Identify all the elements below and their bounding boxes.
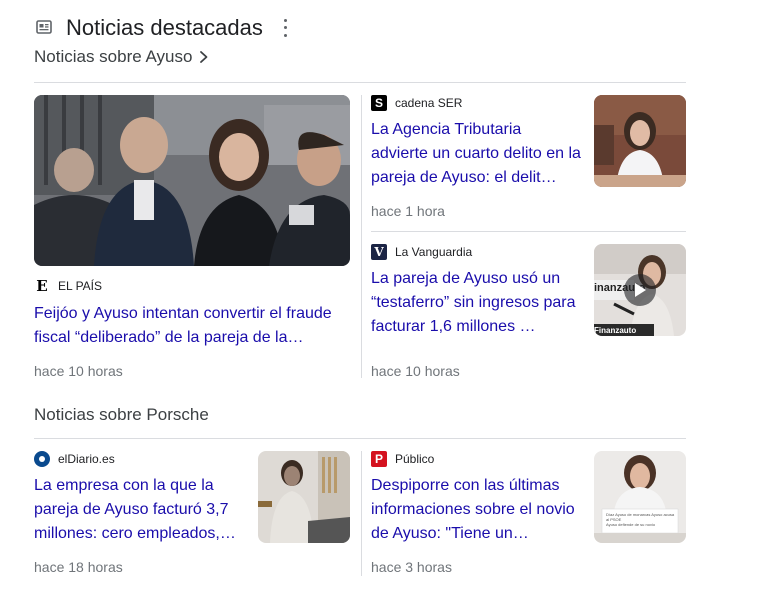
article-thumbnail[interactable]	[34, 95, 350, 266]
thumbnail-caption: Díaz Ayuso de monarcas Ayuso acusa al PS…	[606, 512, 675, 527]
article-headline[interactable]: Feijóo y Ayuso intentan convertir el fra…	[34, 302, 344, 350]
divider	[371, 231, 686, 232]
divider	[34, 82, 686, 83]
article-headline[interactable]: Despiporre con las últimas informaciones…	[371, 474, 581, 546]
section-title: Noticias sobre Porsche	[34, 405, 209, 424]
article-headline[interactable]: La pareja de Ayuso usó un “testaferro” s…	[371, 267, 581, 339]
section-title: Noticias sobre Ayuso	[34, 47, 193, 66]
article-headline[interactable]: La Agencia Tributaria advierte un cuarto…	[371, 118, 581, 190]
news-icon	[36, 19, 52, 35]
source-label: elDiario.es	[34, 451, 115, 467]
source-name: Público	[395, 452, 435, 466]
source-name: La Vanguardia	[395, 245, 473, 259]
elpais-logo-icon: E	[34, 278, 50, 294]
play-icon[interactable]	[624, 274, 656, 306]
video-thumbnail[interactable]: inanzauto Finanzauto	[594, 244, 686, 336]
source-label: P Público	[371, 451, 434, 467]
article-thumbnail[interactable]	[594, 95, 686, 187]
divider	[34, 438, 686, 439]
publico-logo-icon: P	[371, 451, 387, 467]
page-title: Noticias destacadas	[66, 15, 263, 40]
eldiario-logo-icon	[34, 451, 50, 467]
thumbnail-text: Finanzauto	[594, 326, 637, 335]
article-timestamp: hace 1 hora	[371, 203, 445, 219]
article-headline[interactable]: La empresa con la que la pareja de Ayuso…	[34, 474, 244, 546]
la-vanguardia-logo-icon: V	[371, 244, 387, 260]
source-label: S cadena SER	[371, 95, 462, 111]
article-thumbnail[interactable]	[258, 451, 350, 543]
source-name: cadena SER	[395, 96, 463, 110]
article-timestamp: hace 18 horas	[34, 559, 123, 575]
article-timestamp: hace 10 horas	[34, 363, 123, 379]
article-timestamp: hace 10 horas	[371, 363, 460, 379]
article-thumbnail[interactable]: Díaz Ayuso de monarcas Ayuso acusa al PS…	[594, 451, 686, 543]
source-label: V La Vanguardia	[371, 244, 472, 260]
column-divider	[361, 451, 362, 576]
more-vert-icon[interactable]	[278, 17, 292, 39]
cadena-ser-logo-icon: S	[371, 95, 387, 111]
article-timestamp: hace 3 horas	[371, 559, 452, 575]
section-link-ayuso[interactable]: Noticias sobre Ayuso	[34, 47, 210, 67]
chevron-right-icon	[200, 51, 208, 63]
source-name: EL PAÍS	[58, 279, 103, 293]
column-divider	[361, 95, 362, 378]
source-name: elDiario.es	[58, 452, 115, 466]
source-label: E EL PAÍS	[34, 278, 102, 294]
